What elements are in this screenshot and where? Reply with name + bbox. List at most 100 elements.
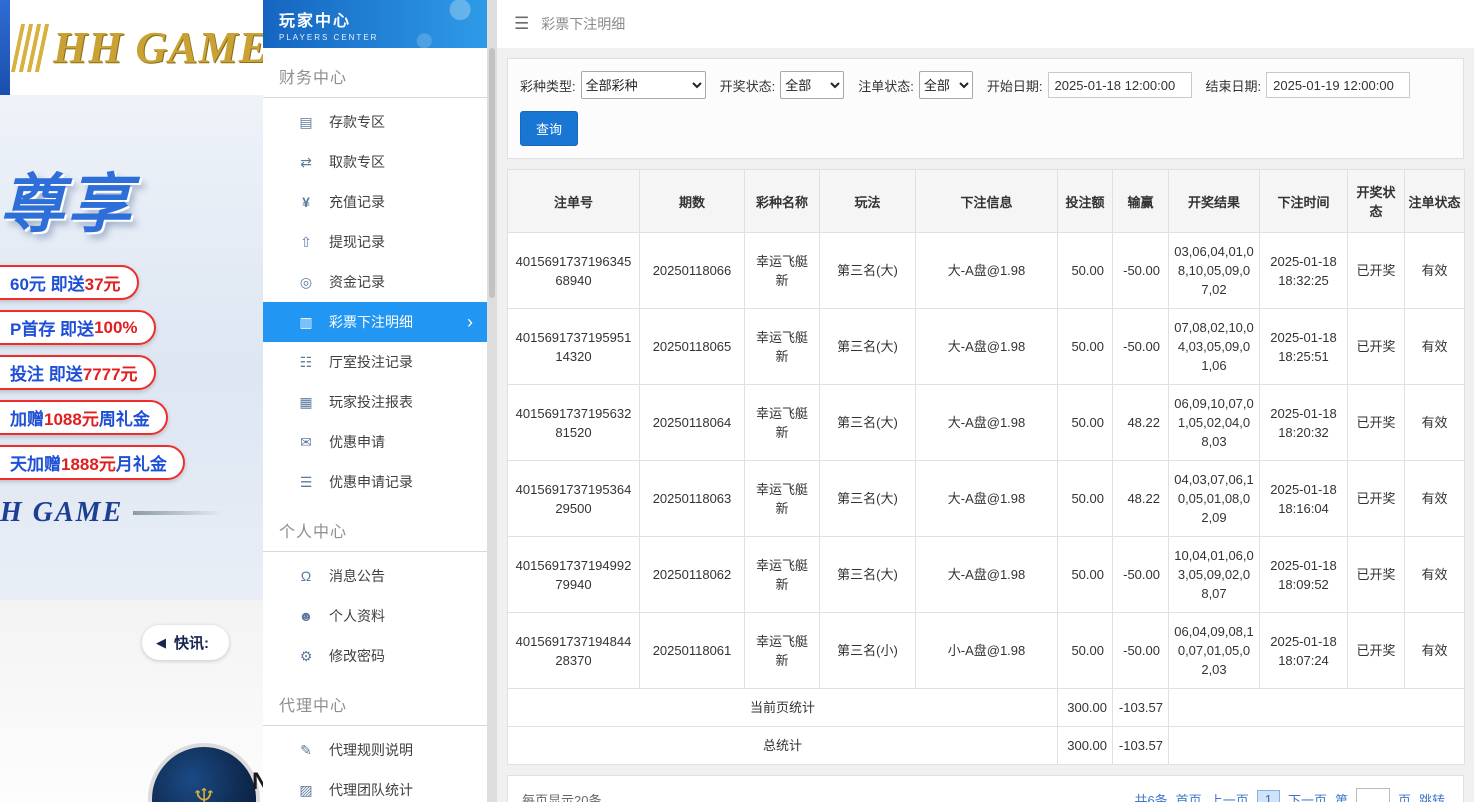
cell: 50.00: [1057, 536, 1113, 613]
draw-status-label: 开奖状态:: [719, 78, 776, 94]
summary-row: 当前页统计 300.00 -103.57: [507, 688, 1465, 727]
lottery-type-select[interactable]: 全部彩种: [580, 71, 706, 99]
promo-pill-list: 60元 即送 37元 P首存 即送 100% 投注 即送 7777元 加赠 1088元 周礼金天…: [0, 265, 185, 480]
sidebar-item-label: 存款专区: [329, 114, 385, 130]
menu-icon[interactable]: ☰: [514, 14, 529, 34]
start-date-input[interactable]: [1047, 72, 1192, 98]
cell: 已开奖: [1347, 536, 1405, 613]
cell: 已开奖: [1347, 612, 1405, 689]
sidebar-item-label: 厅室投注记录: [329, 354, 413, 370]
sidebar-item-label: 玩家投注报表: [329, 394, 413, 410]
promo-apply-icon: [297, 434, 315, 451]
filter-actions: 查询: [520, 111, 1451, 146]
cell: 50.00: [1057, 308, 1113, 385]
promo-pill: P首存 即送 100%: [0, 310, 156, 345]
cell: 第三名(大): [819, 308, 916, 385]
sidebar-item-label: 消息公告: [329, 568, 385, 584]
cell: 04,03,07,06,10,05,01,08,02,09: [1168, 460, 1260, 537]
sidebar-header: 玩家中心 PLAYERS CENTER: [263, 0, 487, 48]
promo-pill-text: 月礼金: [115, 455, 167, 474]
sidebar-item-profile[interactable]: 个人资料: [263, 596, 487, 636]
prev-page-link[interactable]: 上一页: [1210, 790, 1249, 802]
table-row: 401569173719536429500 20250118063 幸运飞艇新 第三名…: [507, 460, 1465, 537]
background-promo-page: HH GAME 尊享 60元 即送 37元 P首存 即送 100% 投注 即送 7777元…: [0, 0, 263, 802]
sidebar-item-withdraw[interactable]: 取款专区: [263, 142, 487, 182]
sidebar-item-promo-record[interactable]: 优惠申请记录: [263, 462, 487, 502]
footer-letter: N: [252, 768, 263, 795]
trident-icon: ♆: [187, 774, 221, 802]
sidebar-item-agent-team[interactable]: 代理团队统计: [263, 770, 487, 802]
cell: 20250118064: [639, 384, 745, 461]
sidebar-item-password[interactable]: 修改密码: [263, 636, 487, 676]
pagination-bar: 每页显示20条 共6条 首页 上一页 1 下一页 第 页 跳转: [507, 775, 1464, 802]
cell: 第三名(大): [819, 536, 916, 613]
summary-cell: 当前页统计: [507, 688, 1058, 727]
promo-pill-text: 100%: [94, 317, 138, 337]
hall-bets-icon: [297, 354, 315, 371]
cell: 幸运飞艇新: [744, 232, 820, 309]
footer-logo-badge: ♆: [148, 743, 260, 802]
column-header: 彩种名称: [744, 169, 820, 233]
next-page-link[interactable]: 下一页: [1288, 790, 1327, 802]
announcement-icon: [297, 568, 315, 584]
promo-pill: 60元 即送 37元: [0, 265, 139, 300]
sidebar-item-announcement[interactable]: 消息公告: [263, 556, 487, 596]
funds-record-icon: [297, 274, 315, 291]
summary-row: 总统计 300.00 -103.57: [507, 726, 1465, 765]
sidebar-scrollbar-thumb[interactable]: [489, 48, 495, 298]
pagination-controls: 共6条 首页 上一页 1 下一页 第 页 跳转: [1130, 788, 1449, 802]
jump-button[interactable]: 跳转: [1419, 790, 1445, 802]
site-logo: HH GAME: [10, 22, 263, 73]
cell: 20250118062: [639, 536, 745, 613]
end-date-input[interactable]: [1266, 72, 1411, 98]
sidebar-item-hall-bets[interactable]: 厅室投注记录: [263, 342, 487, 382]
summary-cell: [1168, 688, 1465, 727]
jump-suffix-label: 页: [1397, 792, 1411, 802]
main-content: ☰ 彩票下注明细 彩种类型: 全部彩种 开奖状态: 全部 注单状态: 全部 开始…: [497, 0, 1474, 802]
cell: 有效: [1404, 232, 1465, 309]
column-header: 开奖结果: [1168, 169, 1260, 233]
cell: 06,09,10,07,01,05,02,04,08,03: [1168, 384, 1260, 461]
jump-prefix-label: 第: [1334, 792, 1348, 802]
column-header: 注单状态: [1404, 169, 1465, 233]
sidebar-subtitle: PLAYERS CENTER: [279, 33, 379, 42]
draw-status-select[interactable]: 全部: [780, 71, 845, 99]
cell: 有效: [1404, 384, 1465, 461]
first-page-link[interactable]: 首页: [1176, 790, 1202, 802]
cell: 20250118061: [639, 612, 745, 689]
sidebar-item-promo-apply[interactable]: 优惠申请: [263, 422, 487, 462]
sidebar-item-label: 优惠申请记录: [329, 474, 413, 490]
cell: 第三名(小): [819, 612, 916, 689]
main-topbar: ☰ 彩票下注明细: [497, 0, 1474, 48]
sidebar-scrollbar-track[interactable]: [487, 0, 497, 802]
sidebar-item-label: 优惠申请: [329, 434, 385, 450]
sidebar-title: 玩家中心: [279, 13, 352, 30]
cell: 大-A盘@1.98: [915, 384, 1058, 461]
sidebar-item-cashout-record[interactable]: 提现记录: [263, 222, 487, 262]
logo-text: HH GAME: [53, 23, 263, 72]
sidebar-item-label: 取款专区: [329, 154, 385, 170]
cell: 幸运飞艇新: [744, 384, 820, 461]
player-report-icon: [297, 394, 315, 411]
cell: 第三名(大): [819, 384, 916, 461]
sidebar-item-label: 资金记录: [329, 274, 385, 290]
sidebar-item-label: 彩票下注明细: [329, 314, 413, 330]
cell: 小-A盘@1.98: [915, 612, 1058, 689]
jump-page-input[interactable]: [1355, 788, 1390, 802]
sidebar-item-lottery-bets[interactable]: 彩票下注明细 ›: [263, 302, 487, 342]
cell: 大-A盘@1.98: [915, 536, 1058, 613]
cell: 06,04,09,08,10,07,01,05,02,03: [1168, 612, 1260, 689]
sidebar-item-funds-record[interactable]: 资金记录: [263, 262, 487, 302]
sidebar-item-recharge-record[interactable]: 充值记录: [263, 182, 487, 222]
sidebar-item-agent-rules[interactable]: 代理规则说明: [263, 730, 487, 770]
sidebar-item-player-report[interactable]: 玩家投注报表: [263, 382, 487, 422]
promo-pill-text: 加赠: [10, 410, 44, 429]
search-button[interactable]: 查询: [520, 111, 579, 146]
sidebar-item-deposit[interactable]: 存款专区: [263, 102, 487, 142]
current-page[interactable]: 1: [1256, 789, 1280, 802]
column-header: 下注信息: [915, 169, 1058, 233]
cell: 幸运飞艇新: [744, 536, 820, 613]
cell: 幸运飞艇新: [744, 612, 820, 689]
order-status-select[interactable]: 全部: [918, 71, 973, 99]
sidebar-item-label: 充值记录: [329, 194, 385, 210]
